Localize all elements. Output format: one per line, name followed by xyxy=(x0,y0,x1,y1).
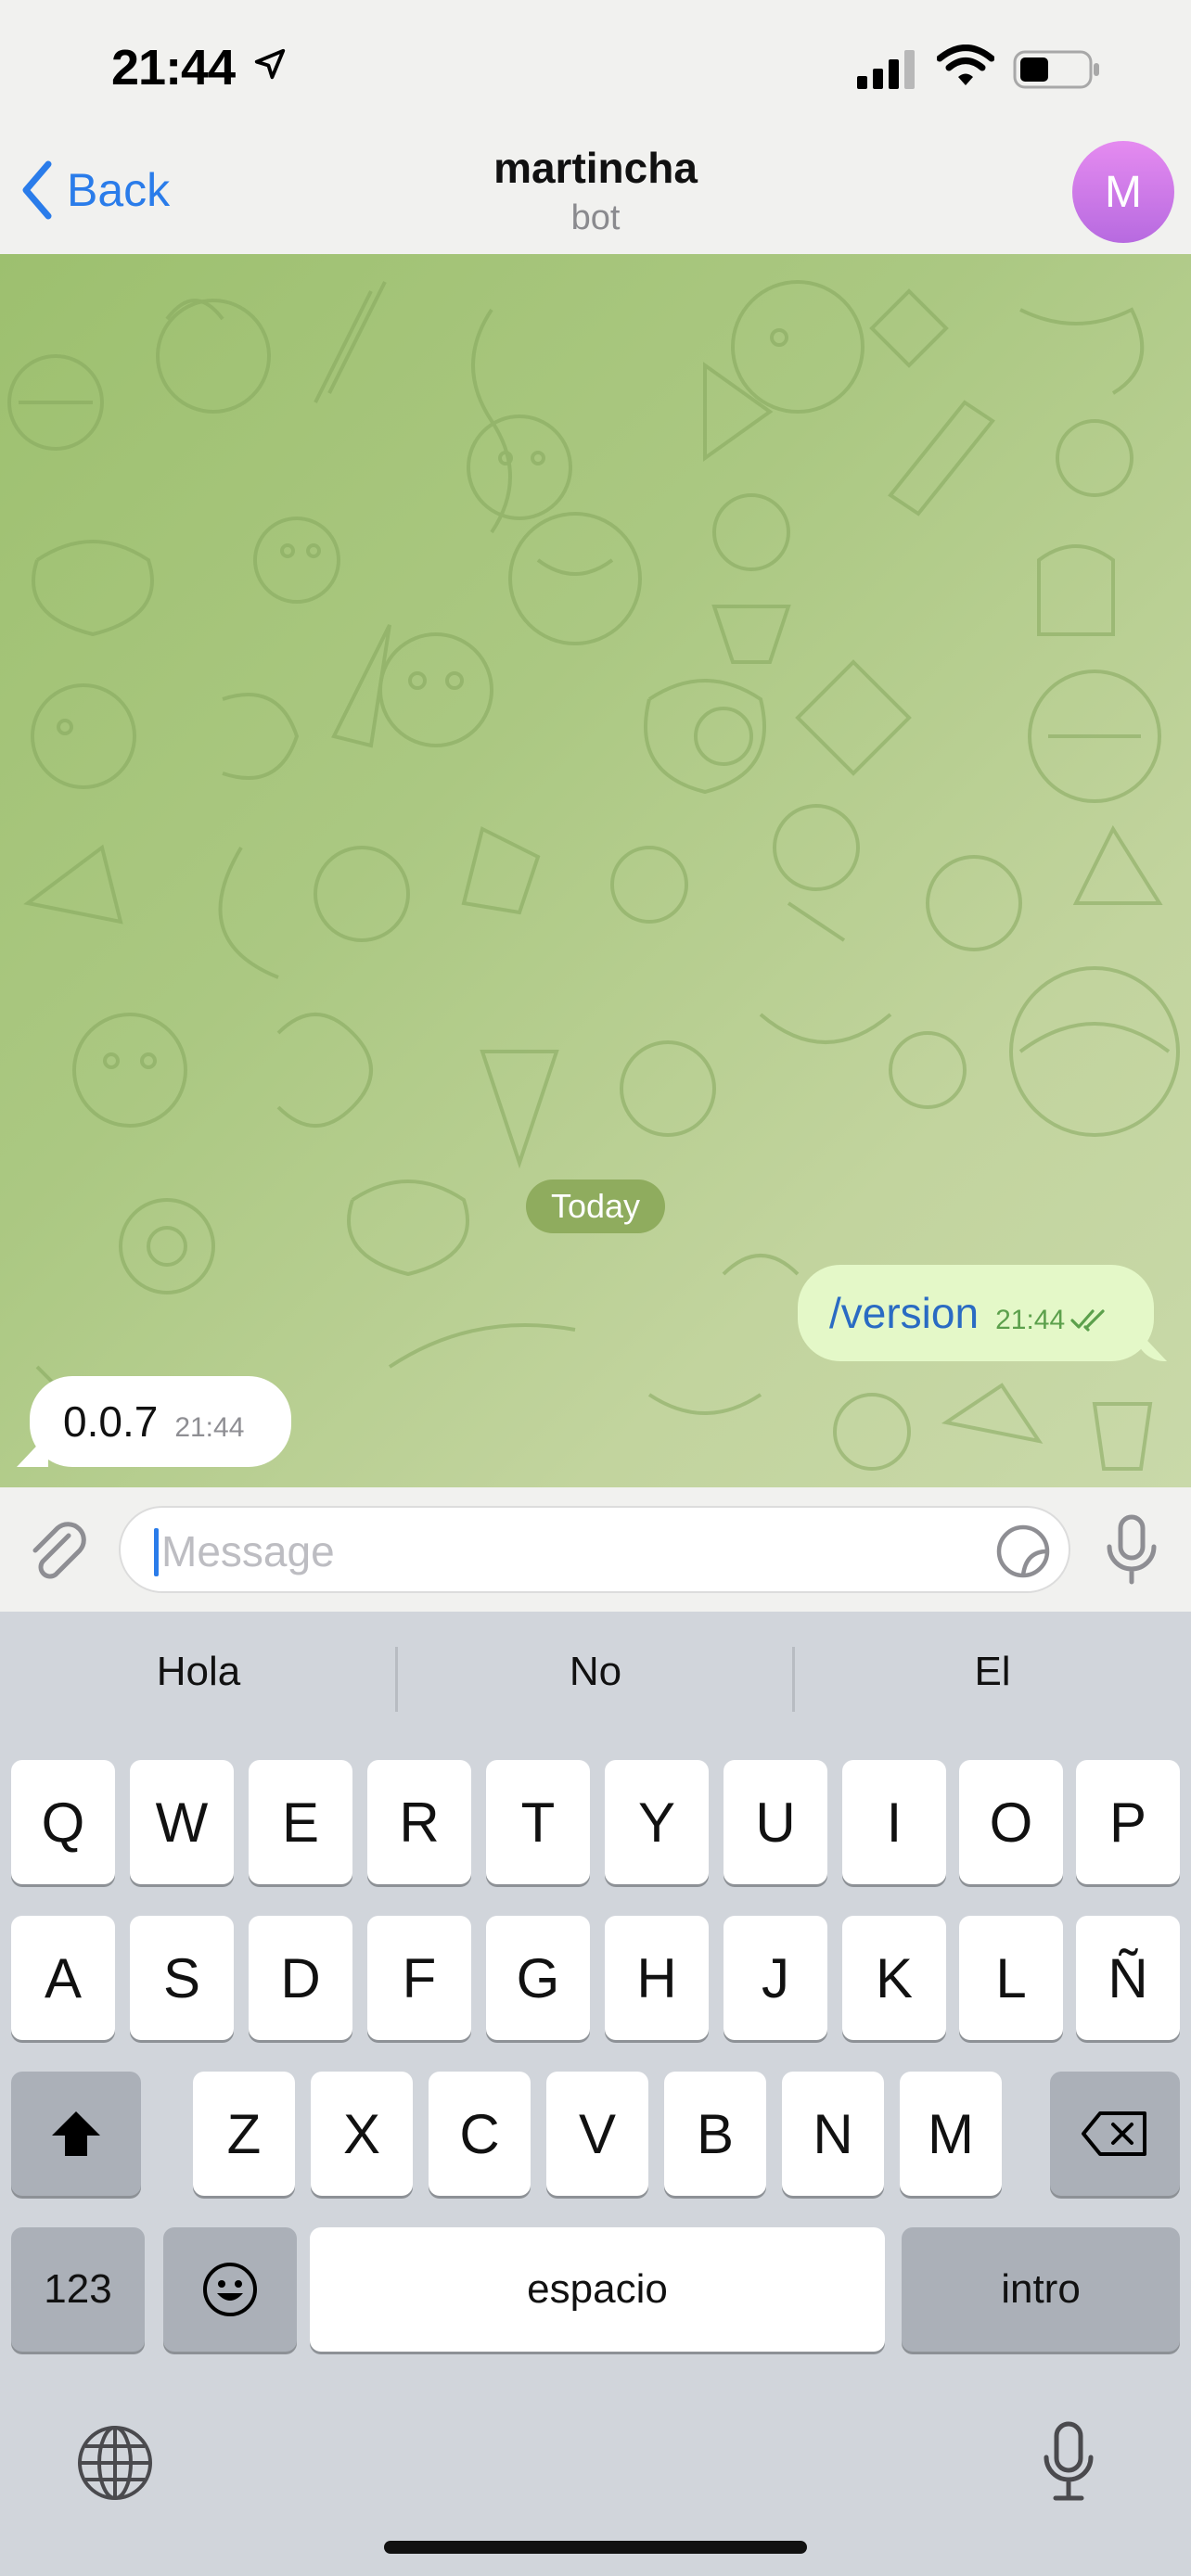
chat-area: Today /version 21:44 0.0.7 21:44 xyxy=(0,254,1191,1487)
shift-arrow-icon xyxy=(52,2111,100,2156)
status-bar: 21:44 xyxy=(0,0,1191,139)
emoji-smiley-icon xyxy=(203,2263,257,2316)
incoming-message-bubble[interactable]: 0.0.7 21:44 xyxy=(30,1376,291,1467)
message-time: 21:44 xyxy=(995,1305,1066,1335)
double-check-read-icon xyxy=(1070,1307,1113,1336)
key-y[interactable]: Y xyxy=(605,1760,709,1884)
key-o[interactable]: O xyxy=(959,1760,1063,1884)
cellular-signal-icon xyxy=(855,48,920,94)
message-input[interactable]: Message xyxy=(119,1506,1070,1593)
key-b[interactable]: B xyxy=(664,2072,766,2196)
chat-title[interactable]: martincha xyxy=(0,143,1191,193)
key-m[interactable]: M xyxy=(900,2072,1002,2196)
key-f[interactable]: F xyxy=(367,1916,471,2040)
key-n-tilde[interactable]: Ñ xyxy=(1076,1916,1180,2040)
date-separator: Today xyxy=(526,1180,665,1233)
key-s[interactable]: S xyxy=(130,1916,234,2040)
return-key[interactable]: intro xyxy=(902,2227,1180,2352)
keyboard: Hola No El Q W E R T Y U I O P A S D F G… xyxy=(0,1612,1191,2576)
key-a[interactable]: A xyxy=(11,1916,115,2040)
status-time: 21:44 xyxy=(111,40,236,96)
globe-icon[interactable] xyxy=(76,2424,154,2506)
sticker-icon[interactable] xyxy=(994,1523,1052,1585)
wifi-icon xyxy=(936,45,995,92)
key-z[interactable]: Z xyxy=(193,2072,295,2196)
battery-icon xyxy=(1013,50,1102,94)
avatar[interactable]: M xyxy=(1072,141,1174,243)
suggestion-1[interactable]: Hola xyxy=(0,1649,397,1704)
key-g[interactable]: G xyxy=(486,1916,590,2040)
home-indicator xyxy=(384,2541,807,2554)
key-q[interactable]: Q xyxy=(11,1760,115,1884)
message-placeholder: Message xyxy=(161,1527,335,1575)
key-h[interactable]: H xyxy=(605,1916,709,2040)
delete-key[interactable] xyxy=(1050,2072,1180,2196)
emoji-key[interactable] xyxy=(163,2227,297,2352)
location-arrow-icon xyxy=(252,46,288,86)
text-caret xyxy=(154,1528,159,1576)
chat-subtitle: bot xyxy=(570,198,621,237)
shift-key[interactable] xyxy=(11,2072,141,2196)
key-d[interactable]: D xyxy=(249,1916,352,2040)
key-n[interactable]: N xyxy=(782,2072,884,2196)
space-key[interactable]: espacio xyxy=(310,2227,885,2352)
outgoing-message-bubble[interactable]: /version 21:44 xyxy=(798,1265,1154,1361)
message-text[interactable]: 0.0.7 xyxy=(63,1396,158,1447)
chat-header: Back martincha bot M xyxy=(0,130,1191,255)
key-c[interactable]: C xyxy=(429,2072,531,2196)
key-p[interactable]: P xyxy=(1076,1760,1180,1884)
suggestion-2[interactable]: No xyxy=(397,1649,794,1704)
backspace-icon xyxy=(1082,2111,1146,2156)
key-t[interactable]: T xyxy=(486,1760,590,1884)
key-x[interactable]: X xyxy=(311,2072,413,2196)
key-i[interactable]: I xyxy=(842,1760,946,1884)
suggestion-3[interactable]: El xyxy=(794,1649,1191,1704)
key-w[interactable]: W xyxy=(130,1760,234,1884)
numbers-key[interactable]: 123 xyxy=(11,2227,145,2352)
key-k[interactable]: K xyxy=(842,1916,946,2040)
message-text[interactable]: /version xyxy=(829,1288,979,1338)
dictation-mic-icon[interactable] xyxy=(1039,2420,1098,2508)
key-j[interactable]: J xyxy=(724,1916,827,2040)
key-r[interactable]: R xyxy=(367,1760,471,1884)
key-u[interactable]: U xyxy=(724,1760,827,1884)
key-e[interactable]: E xyxy=(249,1760,352,1884)
message-composer: Message xyxy=(0,1487,1191,1612)
voice-message-mic-icon[interactable] xyxy=(1102,1513,1161,1592)
message-time: 21:44 xyxy=(174,1412,245,1443)
key-v[interactable]: V xyxy=(546,2072,648,2196)
key-l[interactable]: L xyxy=(959,1916,1063,2040)
paperclip-attach-icon[interactable] xyxy=(24,1519,95,1594)
